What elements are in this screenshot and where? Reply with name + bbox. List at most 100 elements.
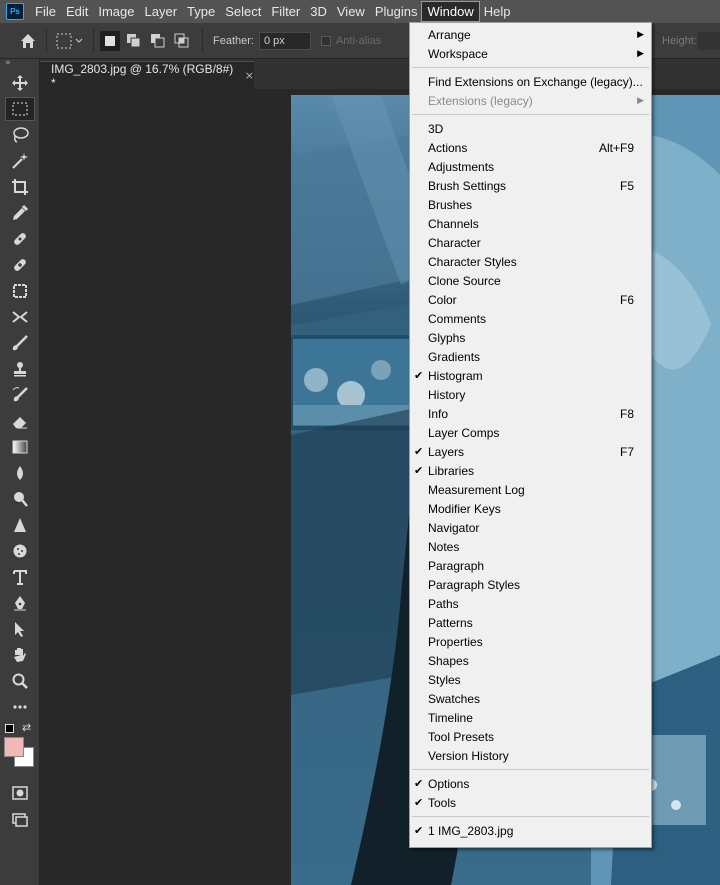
menu-item-brush-settings[interactable]: Brush Settings F5 [410,176,651,195]
sharpen-tool-icon[interactable] [0,512,40,538]
intersect-selection-mode-button[interactable] [172,31,192,51]
clone-stamp-tool-icon[interactable] [0,356,40,382]
menu-item-layers[interactable]: ✔ Layers F7 [410,442,651,461]
crop-tool-icon[interactable] [0,174,40,200]
menu-item-history[interactable]: History [410,385,651,404]
menu-item-3d[interactable]: 3D [410,119,651,138]
menu-bar: Ps File Edit Image Layer Type Select Filter 3D V… [0,0,720,23]
menu-filter[interactable]: Filter [266,2,305,21]
photoshop-logo: Ps [6,3,24,20]
menu-item-label: Brushes [428,197,473,212]
menu-window[interactable]: Window [421,1,480,22]
home-icon[interactable] [16,29,40,53]
menu-item-label: Info [428,406,449,421]
menu-item-comments[interactable]: Comments [410,309,651,328]
menu-item-swatches[interactable]: Swatches [410,689,651,708]
menu-item-version-history[interactable]: Version History [410,746,651,765]
menu-view[interactable]: View [332,2,370,21]
menu-item-arrange[interactable]: Arrange ▶ [410,25,651,44]
sponge-tool-icon[interactable] [0,538,40,564]
menu-item-workspace[interactable]: Workspace ▶ [410,44,651,63]
menu-item-find-extensions-on-exchange-legacy[interactable]: Find Extensions on Exchange (legacy)... [410,72,651,91]
new-selection-mode-button[interactable] [100,30,120,51]
menu-item-1-img-2803-jpg[interactable]: ✔ 1 IMG_2803.jpg [410,821,651,840]
brush-tool-icon[interactable] [0,330,40,356]
menu-image[interactable]: Image [93,2,139,21]
menu-item-histogram[interactable]: ✔ Histogram [410,366,651,385]
menu-item-channels[interactable]: Channels [410,214,651,233]
menu-item-tools[interactable]: ✔ Tools [410,793,651,812]
menu-item-navigator[interactable]: Navigator [410,518,651,537]
zoom-tool-icon[interactable] [0,668,40,694]
menu-item-label: Arrange [428,27,471,42]
default-colors-icon[interactable] [5,724,14,733]
menu-item-timeline[interactable]: Timeline [410,708,651,727]
menu-3d[interactable]: 3D [305,2,332,21]
menu-item-tool-presets[interactable]: Tool Presets [410,727,651,746]
menu-item-options[interactable]: ✔ Options [410,774,651,793]
menu-item-color[interactable]: Color F6 [410,290,651,309]
hand-tool-icon[interactable] [0,642,40,668]
menu-type[interactable]: Type [182,2,220,21]
menu-item-paths[interactable]: Paths [410,594,651,613]
patch-tool-icon[interactable] [0,278,40,304]
menu-item-patterns[interactable]: Patterns [410,613,651,632]
spot-healing-brush-tool-icon[interactable] [0,226,40,252]
menu-item-clone-source[interactable]: Clone Source [410,271,651,290]
menu-edit[interactable]: Edit [61,2,93,21]
menu-item-info[interactable]: Info F8 [410,404,651,423]
quick-mask-icon[interactable] [0,780,40,806]
eyedropper-tool-icon[interactable] [0,200,40,226]
subtract-from-selection-mode-button[interactable] [148,31,168,51]
document-tab[interactable]: IMG_2803.jpg @ 16.7% (RGB/8#) * × [40,61,254,90]
lasso-tool-icon[interactable] [0,122,40,148]
antialias-checkbox[interactable]: Anti-alias [320,35,381,47]
menu-item-shapes[interactable]: Shapes [410,651,651,670]
menu-item-glyphs[interactable]: Glyphs [410,328,651,347]
menu-item-actions[interactable]: Actions Alt+F9 [410,138,651,157]
pen-tool-icon[interactable] [0,590,40,616]
menu-layer[interactable]: Layer [140,2,183,21]
menu-item-layer-comps[interactable]: Layer Comps [410,423,651,442]
tool-preset-picker[interactable] [53,29,87,53]
move-tool-icon[interactable] [0,70,40,96]
menu-item-label: Version History [428,748,509,763]
close-tab-icon[interactable]: × [245,69,254,82]
menu-item-adjustments[interactable]: Adjustments [410,157,651,176]
menu-plugins[interactable]: Plugins [370,2,423,21]
dodge-tool-icon[interactable] [0,486,40,512]
screen-mode-icon[interactable] [0,806,40,832]
eraser-tool-icon[interactable] [0,408,40,434]
menu-file[interactable]: File [30,2,61,21]
swap-colors-icon[interactable]: ⇄ [22,721,31,734]
add-to-selection-mode-button[interactable] [124,31,144,51]
foreground-color-swatch[interactable] [4,737,24,757]
menu-item-modifier-keys[interactable]: Modifier Keys [410,499,651,518]
menu-item-notes[interactable]: Notes [410,537,651,556]
menu-item-brushes[interactable]: Brushes [410,195,651,214]
feather-input[interactable] [258,31,311,50]
menu-select[interactable]: Select [220,2,266,21]
magic-wand-tool-icon[interactable] [0,148,40,174]
healing-brush-tool-icon[interactable] [0,252,40,278]
menu-item-character[interactable]: Character [410,233,651,252]
type-tool-icon[interactable] [0,564,40,590]
menu-item-character-styles[interactable]: Character Styles [410,252,651,271]
menu-item-properties[interactable]: Properties [410,632,651,651]
menu-item-libraries[interactable]: ✔ Libraries [410,461,651,480]
blur-tool-icon[interactable] [0,460,40,486]
collapse-panel-icon[interactable]: » [0,59,39,70]
menu-item-measurement-log[interactable]: Measurement Log [410,480,651,499]
path-selection-tool-icon[interactable] [0,616,40,642]
menu-item-gradients[interactable]: Gradients [410,347,651,366]
menu-item-paragraph-styles[interactable]: Paragraph Styles [410,575,651,594]
menu-help[interactable]: Help [479,2,516,21]
rectangular-marquee-tool-icon[interactable] [0,96,40,122]
history-brush-tool-icon[interactable] [0,382,40,408]
height-input[interactable] [698,31,720,50]
content-aware-move-tool-icon[interactable] [0,304,40,330]
more-tools-icon[interactable] [0,694,40,720]
menu-item-styles[interactable]: Styles [410,670,651,689]
gradient-tool-icon[interactable] [0,434,40,460]
menu-item-paragraph[interactable]: Paragraph [410,556,651,575]
